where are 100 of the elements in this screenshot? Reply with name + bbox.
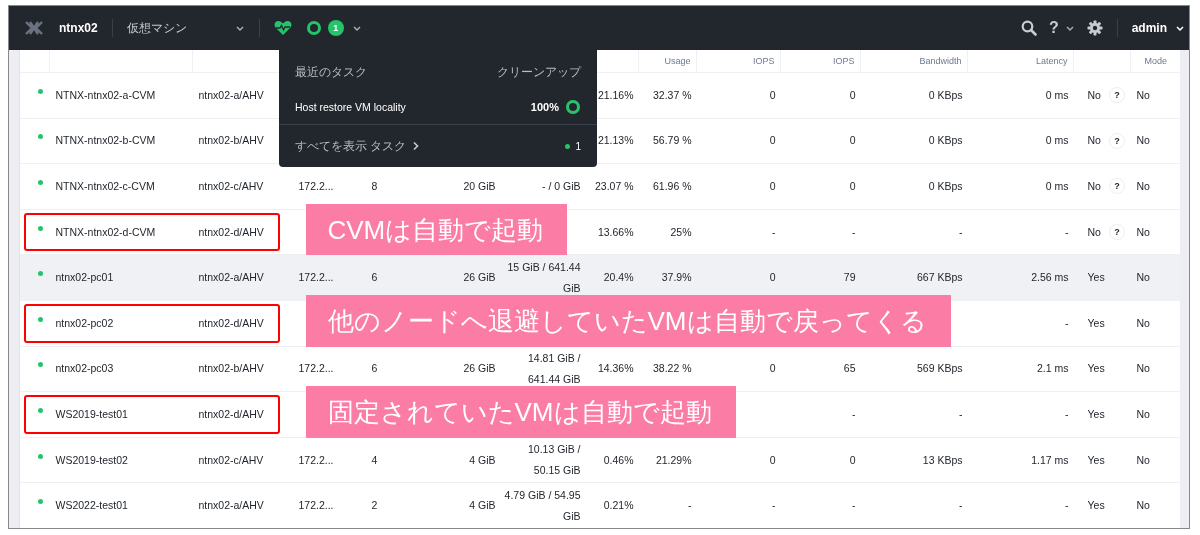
table-cell-text: 0 KBps	[928, 87, 963, 103]
task-name[interactable]: Host restore VM locality	[295, 101, 406, 113]
table-cell-text: Yes	[1087, 498, 1105, 514]
table-cell-text: ntnx02-c/AHV	[198, 452, 264, 468]
table-cell-text: No	[1087, 224, 1101, 240]
vm-name[interactable]: WS2019-test02	[55, 449, 128, 471]
table-cell-text: ntnx02-d/AHV	[198, 224, 264, 240]
table-cell-text: 0 KBps	[928, 179, 963, 194]
table-cell-text: -	[959, 406, 963, 422]
table-cell-text: 0 ms	[1045, 133, 1069, 149]
table-cell-text: 20.4%	[603, 270, 634, 286]
table-cell-text: 20 GiB	[463, 179, 496, 194]
table-cell-text: -	[772, 224, 776, 240]
table-cell-text: 61.96 %	[652, 179, 692, 194]
column-header[interactable]: Bandwidth	[919, 56, 962, 66]
column-header[interactable]: IOPS	[753, 56, 775, 66]
table-cell-text: -	[852, 224, 856, 240]
table-cell-text: 38.22 %	[652, 361, 692, 377]
table-cell-text: 172.2...	[298, 452, 334, 468]
vm-name[interactable]: NTNX-ntnx02-c-CVM	[55, 176, 155, 197]
cleanup-link[interactable]: クリーンアップ	[497, 63, 581, 81]
table-cell-text: ntnx02-a/AHV	[198, 498, 264, 514]
table-cell-text: 2.1 ms	[1037, 361, 1069, 377]
table-cell-text: No	[1136, 406, 1150, 422]
column-header[interactable]: IOPS	[833, 56, 855, 66]
table-cell-text: 667 KBps	[916, 270, 963, 286]
vm-name[interactable]: ntnx02-pc03	[55, 358, 114, 380]
caret-icon[interactable]	[1175, 24, 1185, 32]
column-header[interactable]: Latency	[1035, 56, 1068, 66]
table-cell-text: -	[959, 498, 963, 514]
vm-name[interactable]: NTNX-ntnx02-a-CVM	[55, 84, 156, 106]
table-cell-text: 0 KBps	[928, 133, 963, 149]
status-dot-icon	[37, 453, 43, 459]
table-cell-text: 25%	[670, 224, 692, 240]
table-cell-text: 13 KBps	[922, 452, 963, 468]
settings-icon[interactable]	[1086, 20, 1103, 36]
table-cell-text: 6	[371, 361, 378, 377]
table-cell-text: 2	[371, 498, 378, 514]
table-cell-text: 0 ms	[1045, 87, 1069, 103]
table-cell-text: -	[772, 498, 776, 514]
table-cell-text: 8	[371, 179, 378, 194]
logo-icon[interactable]	[25, 21, 43, 35]
table-cell-text: 0	[849, 452, 856, 468]
status-dot-icon	[37, 362, 43, 368]
table-cell-text: 37.9%	[661, 270, 692, 286]
task-progress: 100%	[530, 101, 559, 113]
column-header[interactable]: Usage	[664, 56, 691, 66]
cluster-name[interactable]: ntnx02	[59, 21, 98, 35]
table-cell-text: No	[1136, 179, 1150, 194]
table-cell-text: 0	[849, 133, 856, 149]
table-cell-text: 10.13 GiB / 50.15 GiB	[526, 442, 581, 479]
vm-name[interactable]: NTNX-ntnx02-b-CVM	[55, 130, 156, 152]
table-cell-text: 6	[371, 270, 378, 286]
vm-name[interactable]: NTNX-ntnx02-d-CVM	[55, 221, 156, 243]
vm-name[interactable]: WS2022-test01	[55, 495, 128, 517]
table-cell-text: -	[688, 498, 692, 514]
table-cell-text: 4 GiB	[469, 498, 496, 514]
table-cell-text: 23.07 %	[594, 179, 634, 194]
view-all-tasks-link[interactable]: すべてを表示 タスク	[295, 137, 421, 155]
chevron-icon	[412, 141, 421, 151]
scrollbar[interactable]	[1179, 50, 1189, 528]
table-cell-text: -	[852, 498, 856, 514]
table-cell-text: ntnx02-b/AHV	[198, 133, 264, 149]
table-cell-text: ntnx02-a/AHV	[198, 87, 264, 103]
view-selector[interactable]: 仮想マシン	[126, 19, 245, 37]
table-cell-text: 172.2...	[298, 270, 334, 286]
table-cell-text: 172.2...	[298, 498, 334, 514]
table-cell-text: No	[1136, 315, 1150, 331]
table-cell-text: 0	[769, 133, 776, 149]
ring-icon[interactable]	[305, 20, 322, 36]
user-menu[interactable]: admin	[1131, 21, 1167, 35]
callout-label: 他のノードへ退避していたVMは自動で戻ってくる	[305, 294, 951, 347]
caret-icon[interactable]	[351, 24, 362, 32]
heart-pulse-icon[interactable]	[273, 20, 292, 36]
callout-label: 固定されていたVMは自動で起動	[305, 386, 736, 439]
search-icon[interactable]	[1020, 20, 1037, 36]
vm-name[interactable]: WS2019-test01	[55, 403, 128, 425]
table-cell-text: No	[1136, 452, 1150, 468]
table-cell-text: ntnx02-d/AHV	[198, 315, 264, 331]
caret-icon[interactable]	[1064, 24, 1075, 32]
table-cell-text: 172.2...	[298, 179, 334, 194]
status-dot-icon	[37, 88, 43, 94]
task-count: 1	[575, 140, 581, 152]
table-cell-text: 14.81 GiB / 641.44 GiB	[526, 350, 581, 387]
popup-title: 最近のタスク	[295, 63, 367, 81]
table-cell-text: -	[1065, 224, 1069, 240]
help-menu[interactable]: ?	[1048, 19, 1059, 37]
status-dot-icon	[565, 143, 571, 149]
table-cell-text: ntnx02-d/AHV	[198, 406, 264, 422]
table-cell-text: 2.56 ms	[1031, 270, 1069, 286]
table-cell-text: 0	[849, 87, 856, 103]
column-header[interactable]: Mode	[1144, 56, 1167, 66]
table-cell-text: 13.66%	[597, 224, 634, 240]
vm-name[interactable]: ntnx02-pc02	[55, 312, 114, 334]
table-cell-text: 0	[849, 179, 856, 194]
table-cell-text: No	[1136, 270, 1150, 286]
callout-label: CVMは自動で起動	[305, 203, 568, 256]
table-cell-text: No	[1136, 87, 1150, 103]
table-cell-text: No	[1136, 498, 1150, 514]
vm-name[interactable]: ntnx02-pc01	[55, 267, 114, 289]
